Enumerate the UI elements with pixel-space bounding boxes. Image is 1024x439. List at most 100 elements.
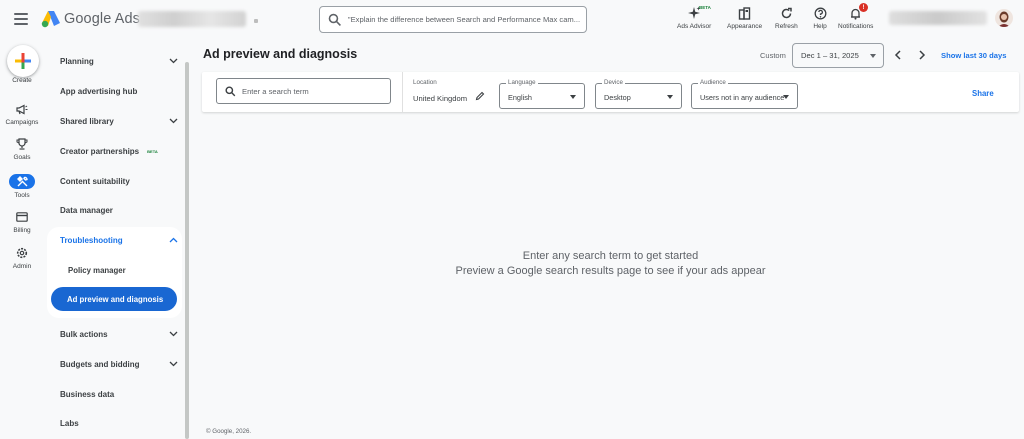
nav-item-content-suitability[interactable]: Content suitability	[60, 171, 178, 191]
rail-item-label: Billing	[13, 227, 31, 234]
search-icon	[328, 13, 341, 26]
beta-badge: BETA	[699, 5, 711, 10]
previous-period-button[interactable]	[891, 48, 905, 62]
rail-item-campaigns[interactable]: Campaigns	[0, 102, 44, 126]
create-label: Create	[12, 77, 32, 84]
caret-down-icon	[783, 95, 789, 99]
nav-item-planning[interactable]: Planning	[60, 51, 178, 71]
appearance-icon	[737, 5, 753, 21]
refresh-icon	[778, 5, 794, 21]
tools-nav-panel: Planning App advertising hub Shared libr…	[46, 40, 184, 439]
nav-item-label: Ad preview and diagnosis	[67, 294, 164, 304]
search-icon	[225, 85, 236, 96]
global-search[interactable]	[319, 6, 587, 33]
nav-item-label: Troubleshooting	[60, 235, 123, 245]
search-term-input[interactable]	[242, 86, 382, 96]
caret-down-icon	[870, 54, 876, 58]
left-rail: Create Campaigns Goals Tools Billing Adm…	[0, 40, 46, 439]
share-button[interactable]: Share	[972, 89, 994, 98]
nav-item-label: App advertising hub	[60, 86, 138, 96]
location-label: Location	[413, 79, 437, 86]
nav-item-business-data[interactable]: Business data	[60, 384, 178, 404]
next-period-button[interactable]	[915, 48, 929, 62]
location-value: United Kingdom	[413, 94, 468, 103]
page-title: Ad preview and diagnosis	[203, 47, 358, 61]
caret-down-icon	[667, 95, 673, 99]
account-name-redacted[interactable]	[138, 11, 246, 27]
tools-icon	[9, 174, 35, 189]
rail-item-label: Campaigns	[5, 119, 39, 126]
hamburger-menu-icon[interactable]	[14, 13, 28, 25]
pencil-icon[interactable]	[475, 91, 485, 101]
rail-item-tools[interactable]: Tools	[0, 174, 44, 199]
create-button[interactable]	[7, 45, 39, 77]
tool-label: Appearance	[727, 23, 763, 30]
date-range-type: Custom	[760, 51, 786, 60]
rail-item-admin[interactable]: Admin	[0, 246, 44, 270]
chevron-down-icon	[169, 361, 178, 367]
google-ads-logo[interactable]	[40, 9, 62, 29]
divider	[402, 72, 403, 112]
nav-item-label: Bulk actions	[60, 329, 108, 339]
avatar[interactable]	[995, 9, 1013, 27]
audience-value: Users not in any audience	[700, 93, 785, 102]
chevron-right-icon	[919, 50, 926, 60]
ads-advisor-button[interactable]: BETA Ads Advisor	[677, 5, 711, 30]
device-select[interactable]: Device Desktop	[595, 79, 682, 109]
rail-item-goals[interactable]: Goals	[0, 137, 44, 161]
nav-item-troubleshooting[interactable]: Troubleshooting	[60, 230, 178, 250]
tool-label: Refresh	[775, 23, 798, 30]
help-button[interactable]: Help	[812, 5, 828, 30]
search-term-field[interactable]	[216, 78, 391, 104]
filter-bar: Location United Kingdom Language English…	[202, 72, 1019, 112]
rail-item-label: Admin	[12, 263, 32, 270]
nav-item-bulk-actions[interactable]: Bulk actions	[60, 324, 178, 344]
audience-select[interactable]: Audience Users not in any audience	[691, 79, 798, 109]
nav-item-data-manager[interactable]: Data manager	[60, 200, 178, 220]
empty-state-subtitle: Preview a Google search results page to …	[455, 265, 766, 277]
nav-item-label: Creator partnerships	[60, 146, 140, 156]
nav-item-app-advertising-hub[interactable]: App advertising hub	[60, 81, 178, 101]
footer-copyright: © Google, 2026.	[206, 428, 252, 435]
nav-item-label: Content suitability	[60, 176, 130, 186]
gear-icon	[10, 246, 34, 260]
language-select[interactable]: Language English	[499, 79, 585, 109]
user-name-redacted[interactable]	[889, 11, 987, 25]
nav-item-labs[interactable]: Labs	[60, 413, 178, 433]
show-last-30-days-link[interactable]: Show last 30 days	[941, 51, 1006, 60]
ad-preview-panel: Location United Kingdom Language English…	[202, 72, 1019, 422]
beta-badge: BETA	[147, 148, 158, 154]
nav-item-budgets-and-bidding[interactable]: Budgets and bidding	[60, 354, 178, 374]
device-label: Device	[602, 79, 625, 86]
date-range-picker[interactable]: Dec 1 – 31, 2025	[792, 43, 884, 68]
trophy-icon	[10, 137, 34, 151]
notification-badge: !	[859, 3, 868, 12]
nav-sub-policy-manager[interactable]: Policy manager	[68, 266, 126, 275]
brand-name: Google Ads	[64, 11, 140, 27]
audience-label: Audience	[698, 79, 728, 86]
nav-sub-ad-preview-and-diagnosis[interactable]: Ad preview and diagnosis	[51, 287, 177, 311]
language-label: Language	[506, 79, 538, 86]
rail-item-billing[interactable]: Billing	[0, 210, 44, 234]
notifications-button[interactable]: ! Notifications	[838, 3, 874, 30]
nav-item-creator-partnerships[interactable]: Creator partnerships BETA	[60, 141, 178, 161]
language-value: English	[508, 93, 532, 102]
tool-label: Ads Advisor	[677, 23, 712, 30]
nav-item-label: Business data	[60, 389, 115, 399]
chevron-down-icon	[169, 331, 178, 337]
appearance-button[interactable]: Appearance	[727, 5, 762, 30]
nav-item-shared-library[interactable]: Shared library	[60, 111, 178, 131]
credit-card-icon	[10, 210, 34, 224]
nav-item-label: Budgets and bidding	[60, 359, 140, 369]
megaphone-icon	[10, 102, 34, 116]
chevron-left-icon	[894, 50, 901, 60]
tool-label: Notifications	[838, 23, 874, 30]
nav-item-label: Planning	[60, 56, 94, 66]
device-value: Desktop	[604, 93, 631, 102]
rail-item-label: Goals	[13, 154, 31, 161]
date-range-value: Dec 1 – 31, 2025	[801, 51, 859, 60]
account-dot	[254, 19, 258, 23]
search-input[interactable]	[347, 15, 586, 24]
refresh-button[interactable]: Refresh	[775, 5, 798, 30]
nav-scrollbar[interactable]	[185, 62, 189, 439]
